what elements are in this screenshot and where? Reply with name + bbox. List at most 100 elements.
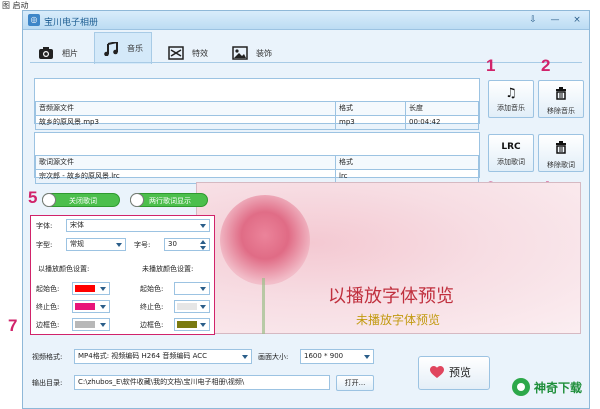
font-select[interactable]: 宋体: [66, 219, 210, 232]
gear-icon: [512, 378, 530, 396]
annotation-number: 1: [486, 56, 496, 75]
color-swatch: [177, 321, 197, 328]
size-label: 字号:: [134, 241, 151, 249]
two-line-lyrics-toggle[interactable]: 两行歌词显示: [130, 193, 208, 207]
played-end-label: 终止色:: [36, 303, 60, 311]
color-swatch: [177, 303, 197, 310]
remove-lyrics-button[interactable]: 移除歌词: [538, 134, 584, 172]
minimize-button[interactable]: —: [545, 13, 565, 27]
tab-effects-label: 特效: [192, 48, 208, 58]
table-cell: 故乡的原风景.mp3: [35, 114, 336, 130]
unplayed-end-label: 终止色:: [140, 303, 164, 311]
output-dir-input[interactable]: C:\zhubos_E\软件收藏\我的文档\宝川电子相册\视频\: [74, 375, 330, 390]
tab-divider: [30, 62, 582, 63]
frame-size-value: 1600 * 900: [304, 352, 344, 360]
table-cell: mp3: [335, 114, 406, 130]
played-start-color-picker[interactable]: [72, 282, 110, 295]
tab-music[interactable]: 音乐: [94, 32, 152, 64]
preview-button-label: 预览: [449, 366, 471, 379]
unplayed-start-color-picker[interactable]: [174, 282, 210, 295]
add-music-button[interactable]: ♫ 添加音乐: [488, 80, 534, 118]
unplayed-border-color-picker[interactable]: [174, 318, 210, 331]
increment-icon[interactable]: [200, 240, 206, 244]
style-label: 字型:: [36, 241, 53, 249]
lyric-file-table: 歌词源文件 格式 宗次郎 - 故乡的原风景.lrc lrc: [34, 132, 480, 184]
window-title: 宝川电子相册: [44, 18, 99, 28]
chevron-down-icon: [200, 224, 206, 228]
preview-button[interactable]: 预览: [418, 356, 490, 390]
unplayed-start-label: 起始色:: [140, 285, 164, 293]
table-cell: 00:04:42: [405, 114, 479, 130]
tab-decorations[interactable]: 装饰: [232, 36, 272, 70]
decrement-icon[interactable]: [200, 246, 206, 250]
font-label: 字体:: [36, 222, 53, 230]
tab-photos-label: 相片: [62, 48, 78, 58]
open-folder-button[interactable]: 打开...: [336, 375, 374, 391]
music-note-icon: [103, 40, 119, 56]
played-end-color-picker[interactable]: [72, 300, 110, 313]
column-header: 格式: [335, 100, 406, 116]
close-lyrics-toggle[interactable]: 关闭歌词: [42, 193, 120, 207]
effects-icon: [168, 46, 184, 60]
camera-icon: [38, 46, 54, 60]
heart-icon: [430, 366, 444, 378]
annotation-number: 5: [28, 188, 38, 207]
table-cell: 宗次郎 - 故乡的原风景.lrc: [35, 168, 336, 184]
chevron-down-icon: [116, 243, 122, 247]
color-swatch: [177, 285, 197, 292]
close-lyrics-label: 关闭歌词: [69, 197, 97, 205]
download-button[interactable]: ⇩: [523, 13, 543, 27]
font-size-value: 30: [168, 240, 177, 248]
column-header: 格式: [335, 154, 479, 170]
column-header: 歌词源文件: [35, 154, 336, 170]
played-color-header: 以播放颜色设置:: [38, 265, 90, 273]
font-value: 宋体: [70, 221, 84, 229]
video-format-select[interactable]: MP4格式: 视频编码 H264 音频编码 ACC: [74, 349, 252, 364]
chevron-down-icon: [242, 355, 248, 359]
frame-size-label: 画面大小:: [258, 353, 289, 361]
tab-music-label: 音乐: [127, 44, 143, 53]
video-format-label: 视频格式:: [32, 353, 63, 361]
add-lyrics-button[interactable]: LRC 添加歌词: [488, 134, 534, 172]
chevron-down-icon: [364, 355, 370, 359]
table-row[interactable]: 宗次郎 - 故乡的原风景.lrc lrc: [35, 168, 479, 184]
chevron-down-icon: [100, 323, 106, 327]
watermark-logo: 神奇下载: [512, 376, 598, 400]
frame-size-select[interactable]: 1600 * 900: [300, 349, 374, 364]
color-swatch: [75, 321, 95, 328]
trash-icon: [539, 140, 583, 158]
font-style-select[interactable]: 常规: [66, 238, 126, 251]
played-preview-text: 以播放字体预览: [328, 286, 454, 307]
chevron-down-icon: [200, 323, 206, 327]
video-format-value: MP4格式: 视频编码 H264 音频编码 ACC: [78, 352, 208, 360]
font-style-value: 常规: [70, 240, 84, 248]
chevron-down-icon: [100, 305, 106, 309]
column-header: 音频源文件: [35, 100, 336, 116]
font-size-stepper[interactable]: 30: [164, 238, 210, 251]
chevron-down-icon: [200, 305, 206, 309]
unplayed-end-color-picker[interactable]: [174, 300, 210, 313]
column-header: 长度: [405, 100, 479, 116]
table-cell: lrc: [335, 168, 479, 184]
annotation-number: 7: [8, 316, 18, 335]
rose-image: [220, 195, 310, 285]
played-border-color-picker[interactable]: [72, 318, 110, 331]
played-start-label: 起始色:: [36, 285, 60, 293]
close-button[interactable]: ×: [567, 13, 587, 27]
tab-photos[interactable]: 相片: [38, 36, 78, 70]
tab-effects[interactable]: 特效: [168, 36, 208, 70]
remove-music-label: 移除音乐: [547, 107, 575, 115]
remove-music-button[interactable]: 移除音乐: [538, 80, 584, 118]
font-settings-panel: [30, 215, 215, 335]
annotation-number: 2: [541, 56, 551, 75]
toggle-knob: [42, 193, 56, 207]
toggle-knob: [130, 193, 144, 207]
title-bar: ◎ 宝川电子相册 ⇩ — ×: [23, 11, 589, 30]
color-swatch: [75, 285, 95, 292]
chevron-down-icon: [100, 287, 106, 291]
watermark-text: 神奇下载: [534, 381, 583, 395]
remove-lyrics-label: 移除歌词: [547, 161, 575, 169]
table-row[interactable]: 故乡的原风景.mp3 mp3 00:04:42: [35, 114, 479, 130]
unplayed-preview-text: 未播放字体预览: [356, 313, 441, 327]
app-icon: ◎: [28, 14, 40, 26]
